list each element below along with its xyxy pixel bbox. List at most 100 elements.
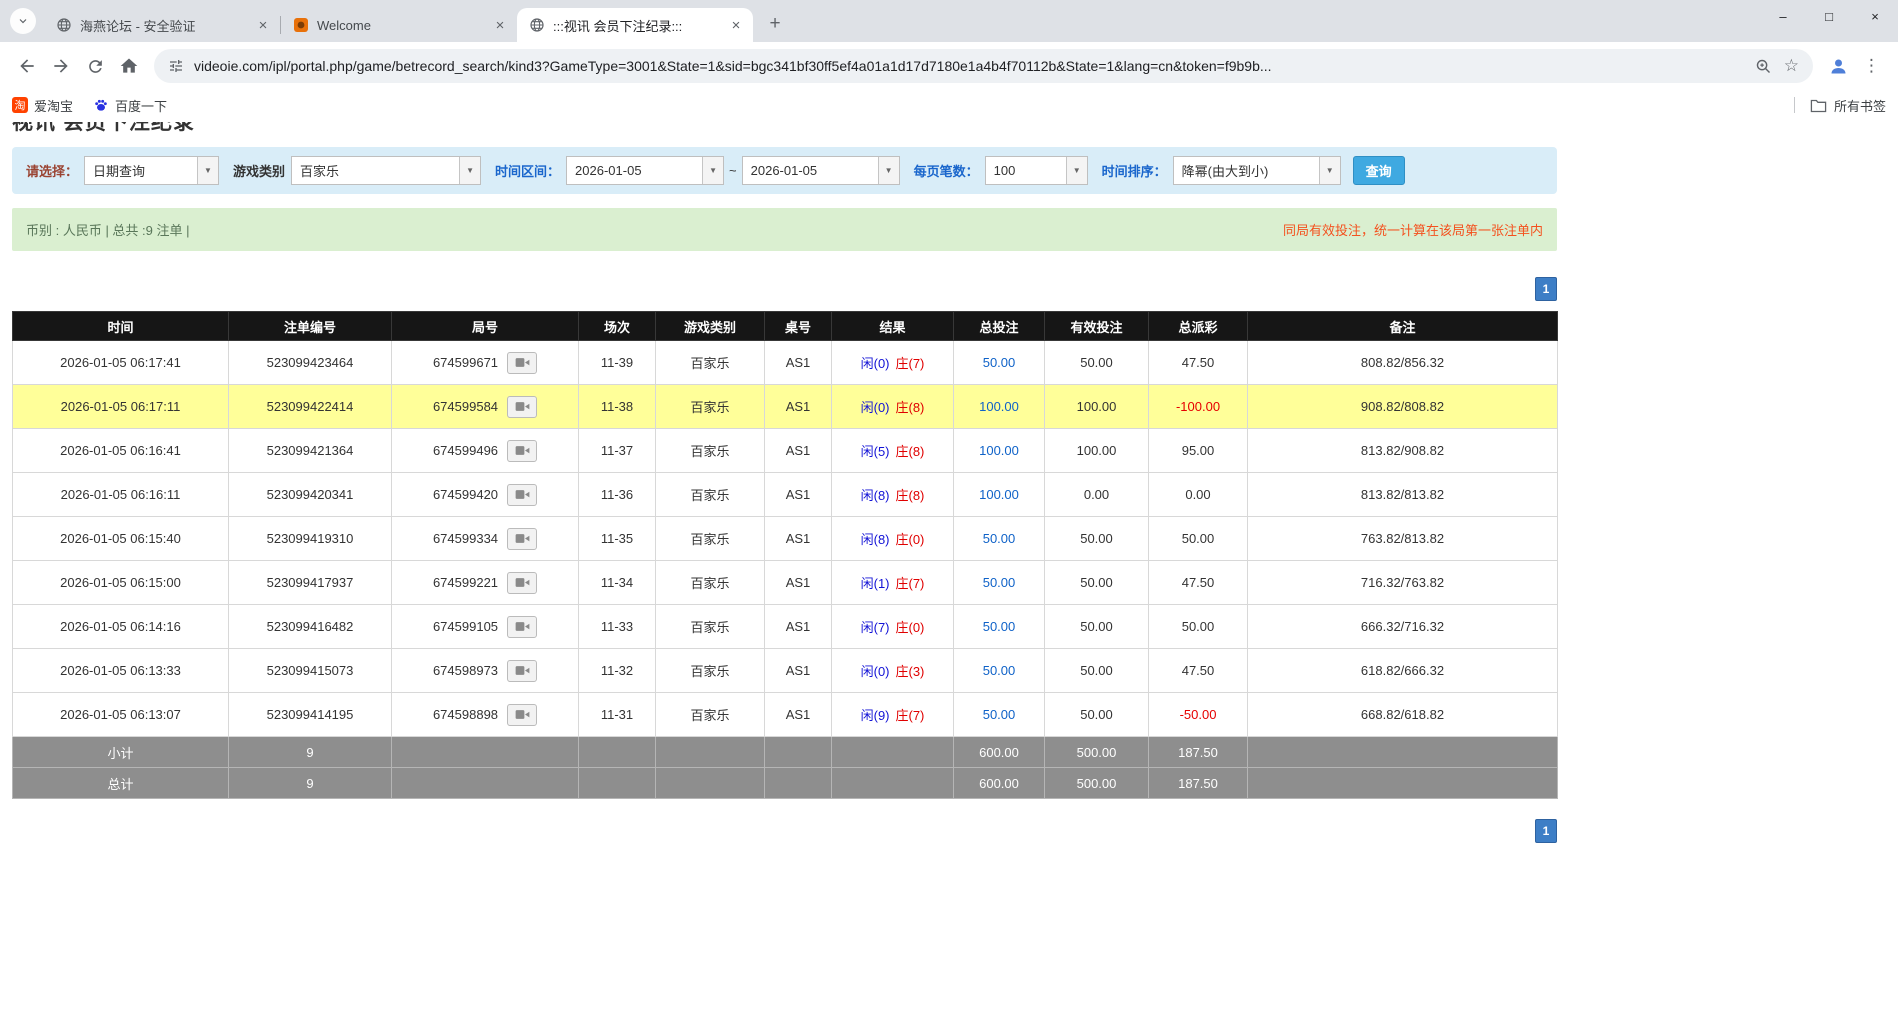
currency-summary-text: 币别 : 人民币 | 总共 :9 注单 |	[26, 220, 190, 239]
video-replay-button[interactable]	[507, 352, 537, 374]
profile-button[interactable]	[1821, 49, 1855, 83]
bookmark-aitaobao[interactable]: 淘 爱淘宝	[12, 96, 73, 115]
cell-payout: 47.50	[1149, 649, 1248, 693]
cell-payout: 50.00	[1149, 605, 1248, 649]
video-replay-button[interactable]	[507, 616, 537, 638]
cell-session: 11-35	[579, 517, 656, 561]
tab-haiyan-forum[interactable]: 海燕论坛 - 安全验证 ×	[44, 8, 280, 42]
menu-icon[interactable]: ⋮	[1855, 56, 1888, 76]
tab-welcome[interactable]: Welcome ×	[281, 8, 517, 42]
query-button[interactable]: 查询	[1353, 156, 1405, 185]
round-number: 674599584	[433, 399, 498, 414]
cell-time: 2026-01-05 06:15:40	[13, 517, 229, 561]
zoom-icon[interactable]	[1755, 58, 1772, 75]
tab-bet-records-active[interactable]: :::视讯 会员下注纪录::: ×	[517, 8, 753, 42]
cell-round: 674599420	[392, 473, 579, 517]
camera-icon	[515, 665, 530, 676]
forward-button[interactable]	[44, 49, 78, 83]
filter-label-game-type: 游戏类别	[233, 161, 285, 180]
video-replay-button[interactable]	[507, 528, 537, 550]
query-type-select[interactable]: 日期查询 ▼	[84, 156, 219, 185]
tab-search-button[interactable]	[10, 8, 36, 34]
home-button[interactable]	[112, 49, 146, 83]
bookmark-baidu[interactable]: 百度一下	[93, 96, 167, 115]
table-row: 2026-01-05 06:17:41 523099423464 6745996…	[13, 341, 1558, 385]
cell-total-bet-link[interactable]: 50.00	[954, 649, 1045, 693]
all-bookmarks[interactable]: 所有书签	[1794, 96, 1886, 115]
globe-icon	[56, 17, 72, 33]
profile-icon	[1828, 56, 1849, 77]
page-size-select[interactable]: 100 ▼	[985, 156, 1088, 185]
video-replay-button[interactable]	[507, 704, 537, 726]
video-replay-button[interactable]	[507, 660, 537, 682]
close-icon[interactable]: ×	[254, 16, 272, 34]
cell-total-bet-link[interactable]: 50.00	[954, 605, 1045, 649]
cell-table-no: AS1	[765, 649, 832, 693]
close-icon[interactable]: ×	[491, 16, 509, 34]
maximize-button[interactable]: □	[1806, 0, 1852, 32]
total-label: 总计	[13, 768, 229, 799]
table-row: 2026-01-05 06:16:11 523099420341 6745994…	[13, 473, 1558, 517]
back-button[interactable]	[10, 49, 44, 83]
table-row: 2026-01-05 06:14:16 523099416482 6745991…	[13, 605, 1558, 649]
table-header: 时间 注单编号 局号 场次 游戏类别 桌号 结果 总投注 有效投注 总派彩 备注	[13, 312, 1558, 341]
header-table-no: 桌号	[765, 312, 832, 341]
camera-icon	[515, 709, 530, 720]
chevron-down-icon[interactable]: ▼	[878, 157, 899, 184]
site-settings-icon[interactable]	[168, 58, 184, 74]
result-banker: 庄(7)	[896, 708, 925, 723]
cell-payout: 95.00	[1149, 429, 1248, 473]
result-player: 闲(5)	[861, 444, 890, 459]
bookmark-star-icon[interactable]: ☆	[1784, 56, 1799, 76]
minimize-button[interactable]: –	[1760, 0, 1806, 32]
header-valid-bet: 有效投注	[1045, 312, 1149, 341]
video-replay-button[interactable]	[507, 396, 537, 418]
page-title-clipped: 视讯 会员下注纪录	[12, 122, 1557, 137]
date-from-select[interactable]: 2026-01-05 ▼	[566, 156, 724, 185]
cell-table-no: AS1	[765, 341, 832, 385]
date-to-select[interactable]: 2026-01-05 ▼	[742, 156, 900, 185]
round-number: 674599221	[433, 575, 498, 590]
cell-total-bet-link[interactable]: 100.00	[954, 473, 1045, 517]
table-row: 2026-01-05 06:13:33 523099415073 6745989…	[13, 649, 1558, 693]
cell-game: 百家乐	[656, 473, 765, 517]
page-1-button[interactable]: 1	[1535, 819, 1557, 843]
cell-game: 百家乐	[656, 561, 765, 605]
round-number: 674599496	[433, 443, 498, 458]
cell-time: 2026-01-05 06:16:41	[13, 429, 229, 473]
video-replay-button[interactable]	[507, 572, 537, 594]
url-text[interactable]: videoie.com/ipl/portal.php/game/betrecor…	[194, 58, 1743, 74]
round-number: 674598898	[433, 707, 498, 722]
chevron-down-icon[interactable]: ▼	[459, 157, 480, 184]
cell-total-bet-link[interactable]: 50.00	[954, 517, 1045, 561]
cell-total-bet-link[interactable]: 50.00	[954, 693, 1045, 737]
video-replay-button[interactable]	[507, 484, 537, 506]
chevron-down-icon[interactable]: ▼	[1066, 157, 1087, 184]
game-type-select[interactable]: 百家乐 ▼	[291, 156, 481, 185]
address-bar[interactable]: videoie.com/ipl/portal.php/game/betrecor…	[154, 49, 1813, 83]
header-total-bet: 总投注	[954, 312, 1045, 341]
chevron-down-icon[interactable]: ▼	[197, 157, 218, 184]
page-1-button[interactable]: 1	[1535, 277, 1557, 301]
empty-cell	[392, 737, 579, 768]
cell-total-bet-link[interactable]: 100.00	[954, 429, 1045, 473]
selected-value: 百家乐	[292, 157, 459, 184]
close-icon[interactable]: ×	[727, 16, 745, 34]
cell-session: 11-33	[579, 605, 656, 649]
sort-order-select[interactable]: 降幂(由大到小) ▼	[1173, 156, 1341, 185]
result-banker: 庄(0)	[896, 532, 925, 547]
close-window-button[interactable]: ×	[1852, 0, 1898, 32]
video-replay-button[interactable]	[507, 440, 537, 462]
cell-round: 674599221	[392, 561, 579, 605]
cell-total-bet-link[interactable]: 100.00	[954, 385, 1045, 429]
cell-bet-id: 523099417937	[229, 561, 392, 605]
chevron-down-icon[interactable]: ▼	[1319, 157, 1340, 184]
cell-total-bet-link[interactable]: 50.00	[954, 561, 1045, 605]
new-tab-button[interactable]: +	[761, 10, 789, 38]
cell-total-bet-link[interactable]: 50.00	[954, 341, 1045, 385]
cell-round: 674599334	[392, 517, 579, 561]
refresh-button[interactable]	[78, 49, 112, 83]
empty-cell	[1248, 737, 1558, 768]
chevron-down-icon[interactable]: ▼	[702, 157, 723, 184]
cell-payout: -100.00	[1149, 385, 1248, 429]
